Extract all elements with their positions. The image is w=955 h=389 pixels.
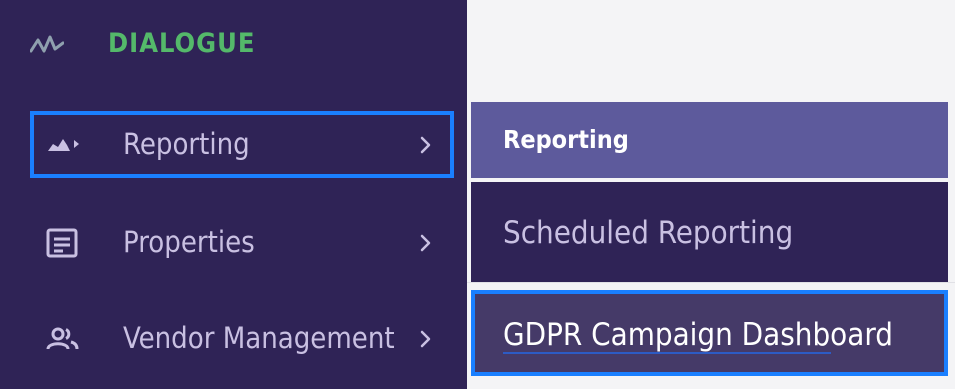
flyout-item-scheduled-reporting[interactable]: Scheduled Reporting [471,182,948,282]
brand[interactable]: DIALOGUE [30,26,254,62]
sidebar-item-label: Reporting [123,127,250,161]
document-icon [46,228,78,257]
pulse-icon [30,35,64,53]
sidebar-item-vendor-management[interactable]: Vendor Management [32,307,452,370]
sidebar-item-label: Vendor Management [123,321,395,355]
focus-underline [503,352,831,354]
sidebar: DIALOGUE Reporting Properties Vendor Man… [0,0,467,389]
flyout-header: Reporting [471,102,948,178]
people-icon [46,327,79,350]
sidebar-item-reporting[interactable]: Reporting [30,111,454,178]
chevron-right-icon [420,234,431,251]
flyout-item-label: GDPR Campaign Dashboard [503,317,893,353]
flyout-item-gdpr-campaign-dashboard[interactable]: GDPR Campaign Dashboard [471,290,948,376]
chevron-right-icon [420,136,431,153]
flyout-item-label: Scheduled Reporting [503,215,794,251]
area-chart-icon [48,138,79,151]
sidebar-item-properties[interactable]: Properties [32,211,452,274]
sidebar-item-label: Properties [123,225,255,259]
brand-name: DIALOGUE [108,28,256,59]
chevron-right-icon [420,330,431,347]
divider [467,282,955,283]
flyout-title: Reporting [503,125,629,154]
